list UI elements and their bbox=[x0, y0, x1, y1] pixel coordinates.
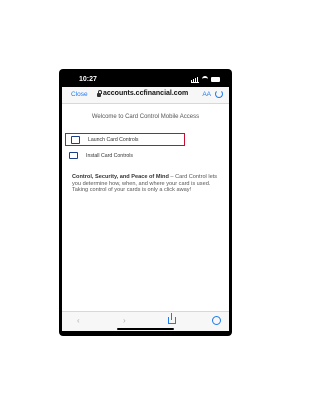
back-button[interactable]: ‹ bbox=[77, 317, 80, 325]
close-button[interactable]: Close bbox=[71, 91, 88, 98]
text-size-button[interactable]: AA bbox=[202, 91, 211, 98]
status-time: 10:27 bbox=[79, 76, 97, 83]
phone-screen: 10:27 Close accounts.ccfinancial.com AA … bbox=[62, 73, 229, 331]
status-icons bbox=[191, 76, 220, 83]
external-link-icon bbox=[71, 135, 80, 144]
url-text: accounts.ccfinancial.com bbox=[103, 90, 189, 97]
welcome-text: Welcome to Card Control Mobile Access bbox=[91, 114, 200, 120]
page-content: Welcome to Card Control Mobile Access La… bbox=[62, 104, 229, 311]
share-icon[interactable] bbox=[168, 313, 176, 324]
compass-icon[interactable] bbox=[212, 316, 221, 325]
launch-card-controls-link[interactable]: Launch Card Controls bbox=[65, 133, 185, 146]
status-bar: 10:27 bbox=[62, 73, 229, 87]
reload-icon[interactable] bbox=[215, 90, 223, 98]
signal-icon bbox=[191, 76, 199, 83]
install-card-controls-link[interactable]: Install Card Controls bbox=[69, 152, 133, 159]
battery-icon bbox=[211, 77, 220, 82]
description-heading: Control, Security, and Peace of Mind bbox=[72, 174, 169, 180]
forward-button[interactable]: › bbox=[123, 317, 126, 325]
mail-icon bbox=[69, 152, 78, 159]
lock-icon bbox=[97, 89, 102, 97]
launch-card-controls-label: Launch Card Controls bbox=[88, 136, 139, 143]
home-indicator bbox=[117, 328, 174, 330]
install-card-controls-label: Install Card Controls bbox=[86, 152, 133, 159]
url-field[interactable]: accounts.ccfinancial.com bbox=[97, 89, 189, 97]
wifi-icon bbox=[202, 76, 208, 83]
description: Control, Security, and Peace of Mind – C… bbox=[72, 174, 220, 194]
browser-address-bar: Close accounts.ccfinancial.com AA bbox=[62, 87, 229, 104]
